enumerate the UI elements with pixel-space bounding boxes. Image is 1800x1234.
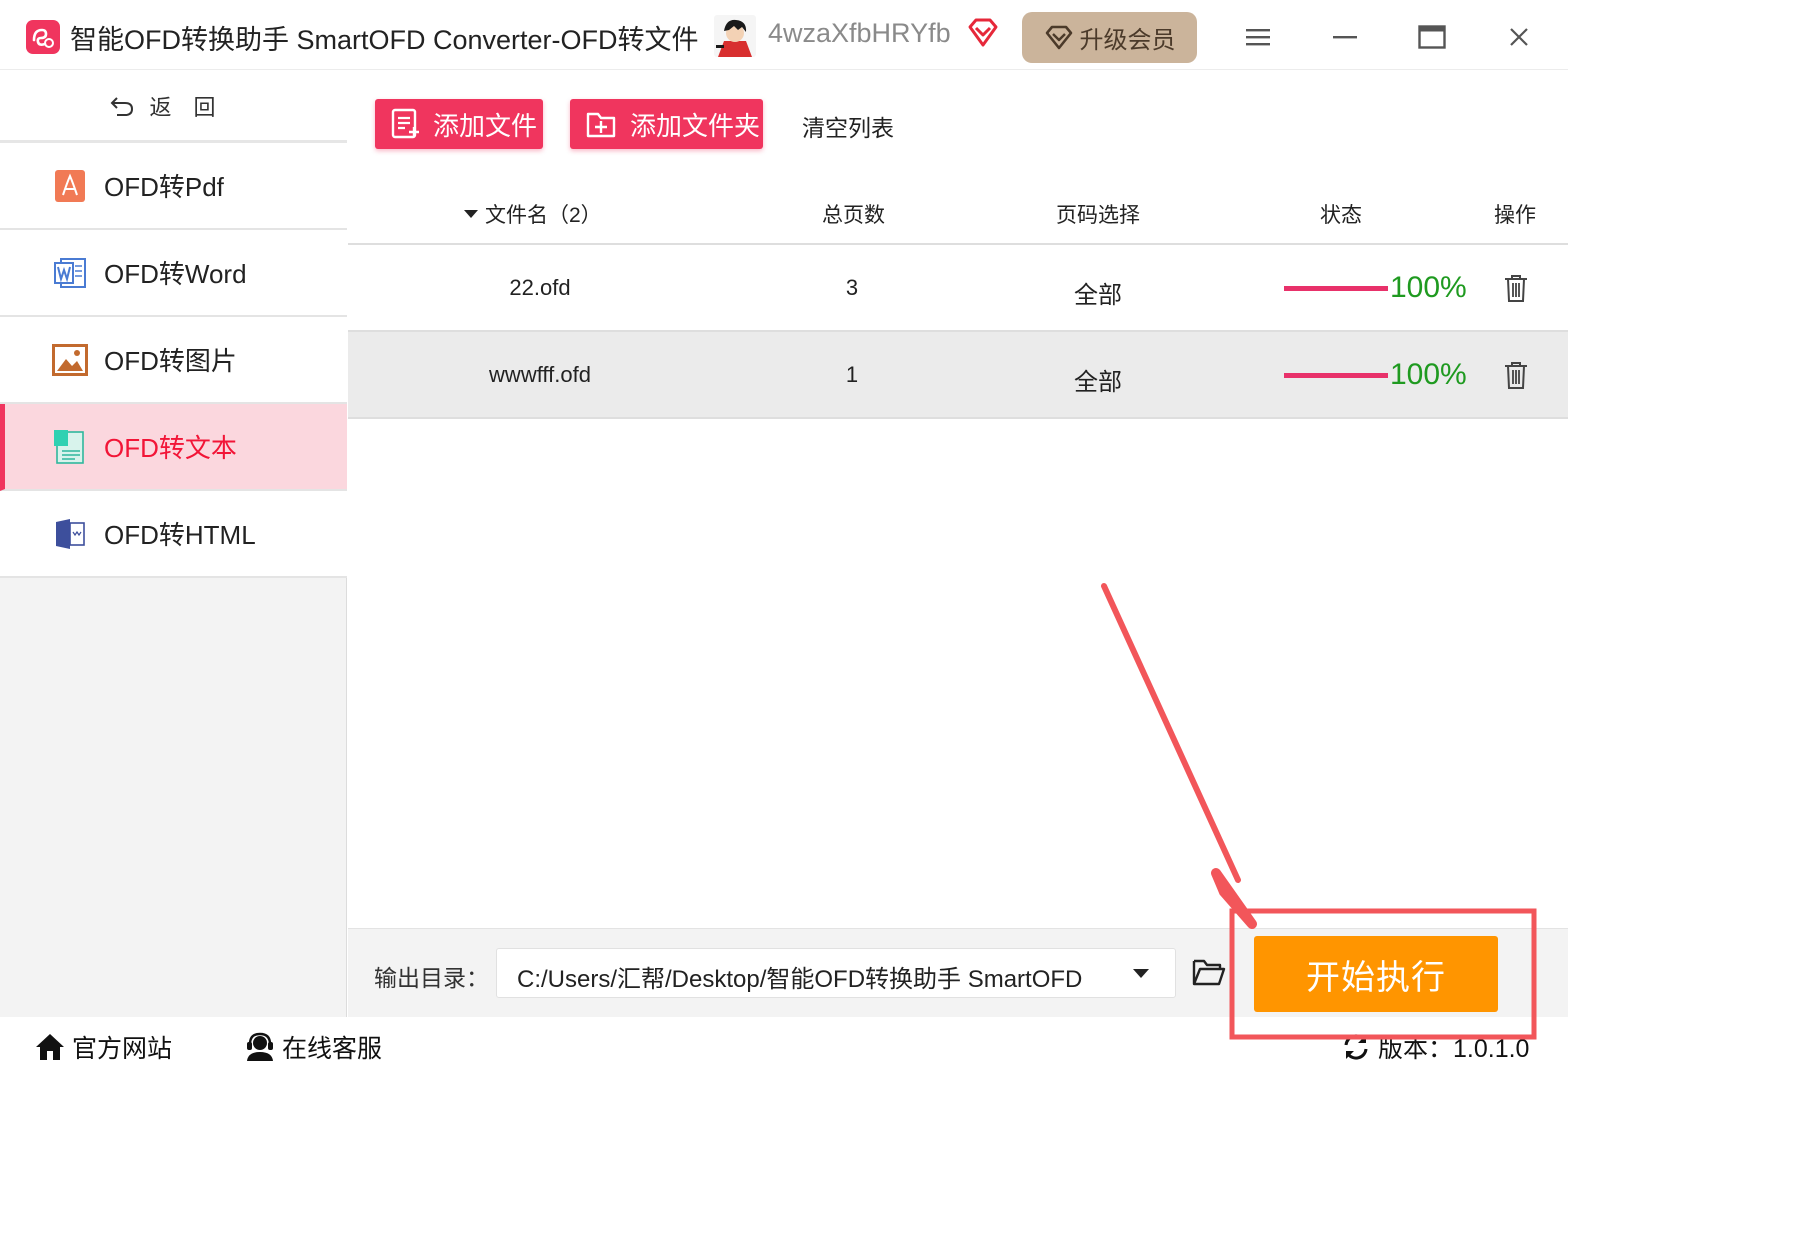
vip-diamond-icon[interactable] bbox=[966, 16, 1000, 50]
close-icon[interactable] bbox=[1499, 17, 1539, 57]
table-row[interactable]: wwwfff.ofd 1 全部 100% bbox=[348, 332, 1568, 419]
trash-icon[interactable] bbox=[1503, 273, 1529, 303]
sidebar-item-label: OFD转Word bbox=[104, 259, 247, 289]
progress-bar bbox=[1284, 373, 1388, 378]
filename-column-header[interactable]: 文件名（2） bbox=[463, 199, 602, 229]
website-label: 官方网站 bbox=[72, 1035, 173, 1063]
trash-icon[interactable] bbox=[1503, 360, 1529, 390]
window-title: 智能OFD转换助手 SmartOFD Converter-OFD转文件 bbox=[70, 25, 699, 55]
title-bar: 智能OFD转换助手 SmartOFD Converter-OFD转文件 4wza… bbox=[0, 0, 1568, 70]
sidebar-item-label: OFD转图片 bbox=[104, 346, 237, 376]
back-label: 返回 bbox=[149, 94, 238, 120]
pages-column-header: 总页数 bbox=[822, 204, 885, 227]
page-count-cell: 3 bbox=[845, 275, 859, 300]
progress-fill bbox=[1284, 286, 1388, 291]
html-icon bbox=[52, 516, 88, 552]
sidebar-item-label: OFD转文本 bbox=[104, 433, 237, 463]
progress-fill bbox=[1284, 373, 1388, 378]
sidebar-item-ofd-to-text[interactable]: OFD转文本 bbox=[0, 404, 347, 491]
menu-hamburger-icon[interactable] bbox=[1238, 17, 1278, 57]
home-icon bbox=[36, 1034, 64, 1060]
filename-header-label: 文件名（2） bbox=[485, 204, 602, 227]
add-file-label: 添加文件 bbox=[433, 110, 538, 141]
output-dir-label: 输出目录： bbox=[374, 965, 489, 991]
app-window: 智能OFD转换助手 SmartOFD Converter-OFD转文件 4wza… bbox=[0, 0, 1568, 1076]
official-website-link[interactable]: 官方网站 bbox=[34, 1029, 172, 1065]
user-avatar[interactable] bbox=[714, 15, 756, 57]
app-logo-icon bbox=[26, 20, 60, 54]
file-name-cell: 22.ofd bbox=[509, 275, 571, 300]
output-dir-select[interactable]: C:/Users/汇帮/Desktop/智能OFD转换助手 SmartOFD bbox=[496, 948, 1176, 998]
sidebar: 返回 OFD转Pdf OFD转Word OFD转图片 OFD转文本 OFD转HT… bbox=[0, 71, 347, 1017]
username: 4wzaXfbHRYfb bbox=[768, 18, 951, 48]
progress-bar bbox=[1284, 286, 1388, 291]
version-info: 版本：1.0.1.0 bbox=[1342, 1029, 1529, 1065]
upgrade-vip-button[interactable]: 升级会员 bbox=[1022, 12, 1197, 63]
sort-down-icon bbox=[464, 210, 478, 218]
minimize-icon[interactable] bbox=[1325, 17, 1365, 57]
page-count-cell: 1 bbox=[845, 362, 859, 387]
dropdown-caret-icon bbox=[1133, 969, 1149, 978]
table-row[interactable]: 22.ofd 3 全部 100% bbox=[348, 245, 1568, 332]
table-header: 文件名（2） 总页数 页码选择 状态 操作 bbox=[348, 179, 1568, 245]
clear-list-button[interactable]: 清空列表 bbox=[802, 109, 894, 143]
progress-percent: 100% bbox=[1390, 358, 1467, 391]
add-file-button[interactable]: 添加文件 bbox=[375, 99, 543, 149]
sidebar-item-ofd-to-html[interactable]: OFD转HTML bbox=[0, 491, 347, 578]
refresh-icon bbox=[1344, 1034, 1368, 1060]
page-select-cell[interactable]: 全部 bbox=[1048, 362, 1148, 397]
sidebar-item-ofd-to-word[interactable]: OFD转Word bbox=[0, 230, 347, 317]
add-folder-icon bbox=[586, 112, 616, 138]
progress-percent: 100% bbox=[1390, 271, 1467, 304]
back-button[interactable]: 返回 bbox=[0, 71, 347, 143]
main-panel: 添加文件 添加文件夹 清空列表 文件名（2） 总页数 页码选择 状态 操作 22… bbox=[348, 71, 1568, 1017]
add-folder-button[interactable]: 添加文件夹 bbox=[570, 99, 763, 149]
file-name-cell: wwwfff.ofd bbox=[489, 362, 591, 387]
start-button[interactable]: 开始执行 bbox=[1254, 936, 1498, 1012]
status-bar: 官方网站 在线客服 版本：1.0.1.0 bbox=[0, 1017, 1568, 1076]
back-arrow-icon bbox=[111, 96, 134, 116]
pdf-icon bbox=[52, 168, 88, 204]
customer-service-icon bbox=[247, 1032, 273, 1061]
image-icon bbox=[52, 342, 88, 378]
support-label: 在线客服 bbox=[282, 1035, 383, 1063]
start-label: 开始执行 bbox=[1306, 958, 1446, 997]
version-label: 版本：1.0.1.0 bbox=[1378, 1035, 1530, 1063]
status-column-header: 状态 bbox=[1320, 204, 1362, 227]
online-support-link[interactable]: 在线客服 bbox=[244, 1029, 382, 1065]
page-select-cell[interactable]: 全部 bbox=[1048, 275, 1148, 310]
maximize-icon[interactable] bbox=[1412, 17, 1452, 57]
upgrade-label: 升级会员 bbox=[1079, 27, 1176, 54]
word-icon bbox=[52, 255, 88, 291]
sidebar-item-ofd-to-pdf[interactable]: OFD转Pdf bbox=[0, 143, 347, 230]
sidebar-item-label: OFD转Pdf bbox=[104, 172, 224, 202]
open-folder-icon[interactable] bbox=[1192, 957, 1226, 987]
sidebar-item-ofd-to-image[interactable]: OFD转图片 bbox=[0, 317, 347, 404]
output-dir-value: C:/Users/汇帮/Desktop/智能OFD转换助手 SmartOFD bbox=[517, 966, 1083, 993]
add-file-icon bbox=[391, 108, 419, 139]
diamond-icon bbox=[1045, 25, 1072, 49]
text-doc-icon bbox=[52, 429, 88, 465]
output-bar: 输出目录： C:/Users/汇帮/Desktop/智能OFD转换助手 Smar… bbox=[348, 928, 1568, 1017]
page-select-column-header: 页码选择 bbox=[1056, 204, 1140, 227]
actions-column-header: 操作 bbox=[1494, 204, 1536, 227]
sidebar-item-label: OFD转HTML bbox=[104, 520, 256, 550]
add-folder-label: 添加文件夹 bbox=[630, 110, 761, 141]
